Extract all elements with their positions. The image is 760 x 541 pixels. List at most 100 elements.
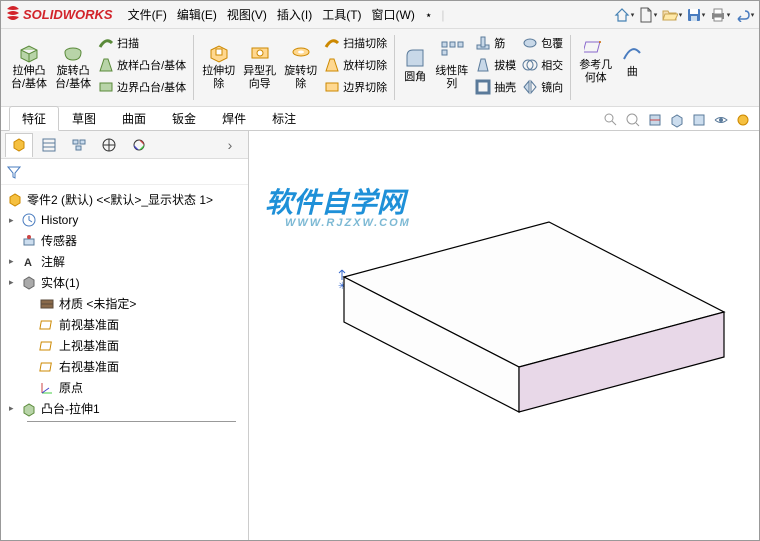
plane-icon xyxy=(39,338,55,354)
graphics-viewport[interactable]: 软件自学网 WWW.RJZXW.COM ✳ xyxy=(249,131,759,540)
menu-insert[interactable]: 插入(I) xyxy=(274,4,315,25)
hole-wizard-button[interactable]: 异型孔 向导 xyxy=(239,38,280,93)
revolve-cut-label: 旋转切 除 xyxy=(284,65,317,91)
tab-weldments[interactable]: 焊件 xyxy=(209,106,259,131)
menu-edit[interactable]: 编辑(E) xyxy=(174,4,220,25)
qat-undo-button[interactable]: ▾ xyxy=(733,5,755,25)
qat-print-button[interactable]: ▾ xyxy=(709,5,731,25)
display-style-icon[interactable] xyxy=(689,110,709,130)
dimxpert-tab[interactable] xyxy=(95,133,123,157)
rib-icon xyxy=(475,35,491,51)
menu-more[interactable]: ⋆ xyxy=(422,6,436,24)
tab-sketch[interactable]: 草图 xyxy=(59,106,109,131)
expand-icon[interactable]: ▸ xyxy=(9,277,19,288)
menu-separator: | xyxy=(441,8,444,22)
feature-manager-panel: › 零件2 (默认) <<默认>_显示状态 1> ▸ History 传感器 ▸… xyxy=(1,131,249,540)
plane-icon xyxy=(39,317,55,333)
sensors-icon xyxy=(21,233,37,249)
history-icon xyxy=(21,212,37,228)
expand-icon[interactable]: ▸ xyxy=(9,403,19,414)
revolve-boss-icon xyxy=(61,40,85,64)
tab-features[interactable]: 特征 xyxy=(9,106,59,131)
tree-top-plane[interactable]: 上视基准面 xyxy=(3,335,246,356)
sidebar-tabs-more[interactable]: › xyxy=(216,133,244,157)
filter-bar[interactable] xyxy=(1,159,248,185)
appearance-icon[interactable] xyxy=(733,110,753,130)
zoom-icon[interactable] xyxy=(623,110,643,130)
tree-origin[interactable]: 原点 xyxy=(3,377,246,398)
wrap-button[interactable]: 包覆 xyxy=(519,32,566,54)
sweep-cut-button[interactable]: 扫描切除 xyxy=(321,32,390,54)
boss-extrude-icon xyxy=(21,401,37,417)
draft-button[interactable]: 拔模 xyxy=(472,54,519,76)
tree-material[interactable]: 材质 <未指定> xyxy=(3,293,246,314)
loft-boss-icon xyxy=(98,57,114,73)
loft-cut-button[interactable]: 放样切除 xyxy=(321,54,390,76)
curves-button[interactable]: 曲 xyxy=(616,39,648,81)
logo-ds-icon xyxy=(5,5,21,25)
extrude-boss-button[interactable]: 拉伸凸 台/基体 xyxy=(7,38,51,93)
filter-icon xyxy=(7,165,21,179)
tree-sensors[interactable]: 传感器 xyxy=(3,230,246,251)
rib-button[interactable]: 筋 xyxy=(472,32,519,54)
boundary-cut-button[interactable]: 边界切除 xyxy=(321,76,390,98)
main-area: › 零件2 (默认) <<默认>_显示状态 1> ▸ History 传感器 ▸… xyxy=(1,131,759,540)
configuration-manager-tab[interactable] xyxy=(65,133,93,157)
boundary-boss-button[interactable]: 边界凸台/基体 xyxy=(95,76,189,98)
tree-annotations[interactable]: ▸ A 注解 xyxy=(3,251,246,272)
title-bar: SOLIDWORKS 文件(F) 编辑(E) 视图(V) 插入(I) 工具(T)… xyxy=(1,1,759,29)
menu-file[interactable]: 文件(F) xyxy=(125,4,170,25)
loft-boss-button[interactable]: 放样凸台/基体 xyxy=(95,54,189,76)
section-view-icon[interactable] xyxy=(645,110,665,130)
expand-icon[interactable]: ▸ xyxy=(9,256,19,267)
qat-open-button[interactable]: ▾ xyxy=(661,5,683,25)
tab-surfaces[interactable]: 曲面 xyxy=(109,106,159,131)
expand-icon[interactable]: ▸ xyxy=(9,215,19,226)
revolve-boss-button[interactable]: 旋转凸 台/基体 xyxy=(51,38,95,93)
fillet-icon xyxy=(403,46,427,70)
annotations-icon: A xyxy=(21,254,37,270)
ribbon-separator xyxy=(193,35,194,100)
sweep-cut-icon xyxy=(324,35,340,51)
3d-model[interactable] xyxy=(339,217,729,450)
tree-right-plane[interactable]: 右视基准面 xyxy=(3,356,246,377)
mirror-icon xyxy=(522,79,538,95)
search-icon[interactable] xyxy=(601,110,621,130)
sidebar-tabs: › xyxy=(1,131,248,159)
tree-front-plane[interactable]: 前视基准面 xyxy=(3,314,246,335)
qat-save-button[interactable]: ▾ xyxy=(685,5,707,25)
tab-sheetmetal[interactable]: 钣金 xyxy=(159,106,209,131)
tree-history[interactable]: ▸ History xyxy=(3,210,246,230)
extrude-cut-button[interactable]: 拉伸切 除 xyxy=(198,38,239,93)
plane-icon xyxy=(39,359,55,375)
ref-geometry-button[interactable]: 参考几 何体 xyxy=(575,32,616,87)
tree-root[interactable]: 零件2 (默认) <<默认>_显示状态 1> xyxy=(3,189,246,210)
qat-home-button[interactable]: ▾ xyxy=(613,5,635,25)
property-manager-tab[interactable] xyxy=(35,133,63,157)
extrude-boss-icon xyxy=(17,40,41,64)
qat-new-button[interactable]: ▾ xyxy=(637,5,659,25)
draft-icon xyxy=(475,57,491,73)
view-orientation-icon[interactable] xyxy=(667,110,687,130)
intersect-button[interactable]: 相交 xyxy=(519,54,566,76)
menu-window[interactable]: 窗口(W) xyxy=(369,4,418,25)
revolve-cut-button[interactable]: 旋转切 除 xyxy=(280,38,321,93)
tree-boss-extrude[interactable]: ▸ 凸台-拉伸1 xyxy=(3,398,246,419)
feature-tree-tab[interactable] xyxy=(5,133,33,157)
hide-show-icon[interactable] xyxy=(711,110,731,130)
rollback-bar[interactable] xyxy=(27,421,236,422)
sweep-icon xyxy=(98,35,114,51)
linear-pattern-button[interactable]: 线性阵 列 xyxy=(431,38,472,93)
fillet-button[interactable]: 圆角 xyxy=(399,44,431,86)
sweep-button[interactable]: 扫描 xyxy=(95,32,189,54)
tree-solid-bodies[interactable]: ▸ 实体(1) xyxy=(3,272,246,293)
boundary-boss-icon xyxy=(98,79,114,95)
wrap-icon xyxy=(522,35,538,51)
tab-annotate[interactable]: 标注 xyxy=(259,106,309,131)
mirror-button[interactable]: 镜向 xyxy=(519,76,566,98)
shell-button[interactable]: 抽壳 xyxy=(472,76,519,98)
display-manager-tab[interactable] xyxy=(125,133,153,157)
menu-view[interactable]: 视图(V) xyxy=(224,4,270,25)
revolve-cut-icon xyxy=(289,40,313,64)
menu-tools[interactable]: 工具(T) xyxy=(319,4,364,25)
